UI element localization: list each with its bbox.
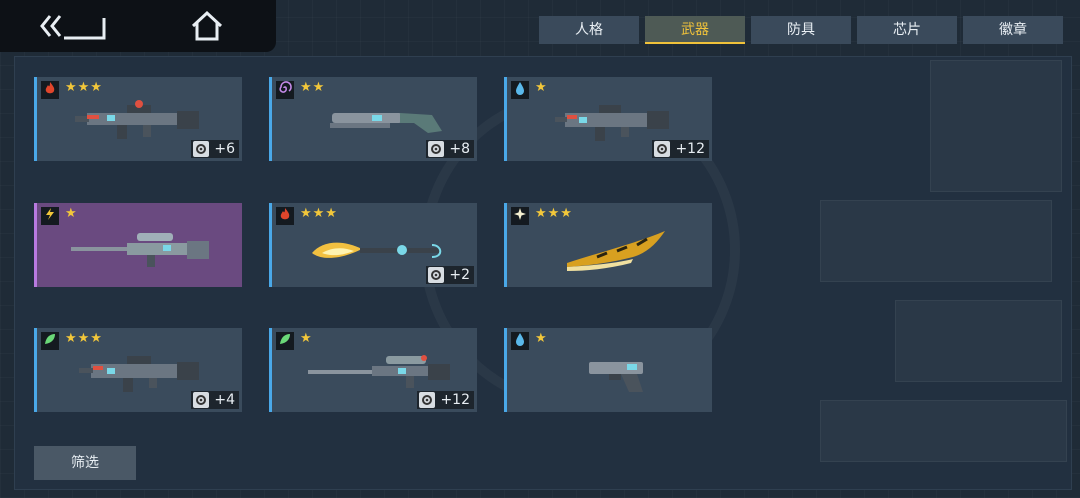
gear-icon [419, 392, 436, 408]
upgrade-bonus: +2 [426, 266, 474, 284]
weapon-card[interactable]: ★★★ +2 [269, 203, 477, 287]
upgrade-bonus: +12 [417, 391, 474, 409]
star-rating: ★ [535, 80, 548, 95]
golden-blade-icon [567, 231, 665, 271]
water-drop-icon [511, 81, 529, 99]
background-decor [895, 300, 1062, 382]
background-decor [820, 200, 1052, 282]
gear-icon [428, 141, 445, 157]
tab-persona[interactable]: 人格 [539, 16, 639, 44]
weapon-card[interactable]: ★ [34, 203, 242, 287]
tab-weapon[interactable]: 武器 [645, 16, 745, 44]
tab-chip[interactable]: 芯片 [857, 16, 957, 44]
upgrade-bonus: +8 [426, 140, 474, 158]
bonus-value: +8 [449, 141, 470, 157]
background-decor [820, 400, 1067, 462]
gear-icon [193, 141, 210, 157]
star-rating: ★ [65, 206, 78, 221]
pistol-icon [589, 362, 643, 392]
leaf-icon [276, 332, 294, 350]
vortex-icon [276, 81, 294, 99]
gear-icon [193, 392, 210, 408]
tab-badge[interactable]: 徽章 [963, 16, 1063, 44]
bonus-value: +12 [675, 141, 705, 157]
gear-icon [654, 141, 671, 157]
category-tabs: 人格 武器 防具 芯片 徽章 [539, 16, 1063, 44]
star-rating: ★★★ [300, 206, 338, 221]
weapon-card[interactable]: ★ [504, 328, 712, 412]
bonus-value: +12 [440, 392, 470, 408]
weapon-card[interactable]: ★★ +8 [269, 77, 477, 161]
fire-icon [41, 81, 59, 99]
bonus-value: +6 [214, 141, 235, 157]
lightning-icon [41, 207, 59, 225]
home-icon [191, 10, 223, 41]
bonus-value: +2 [449, 267, 470, 283]
bonus-value: +4 [214, 392, 235, 408]
sniper-rifle-icon [71, 233, 209, 267]
upgrade-bonus: +6 [191, 140, 239, 158]
star-rating: ★★ [300, 80, 326, 95]
upgrade-bonus: +4 [191, 391, 239, 409]
weapon-card[interactable]: ★★★ [504, 203, 712, 287]
sparkle-icon [511, 207, 529, 225]
leaf-icon [41, 332, 59, 350]
star-rating: ★★★ [65, 331, 103, 346]
background-decor [930, 60, 1062, 192]
fire-icon [276, 207, 294, 225]
star-rating: ★ [535, 331, 548, 346]
weapon-card[interactable]: ★ +12 [269, 328, 477, 412]
back-button[interactable] [38, 10, 108, 42]
gear-icon [428, 267, 445, 283]
top-nav [0, 0, 276, 52]
weapon-card[interactable]: ★★★ +6 [34, 77, 242, 161]
back-arrow-icon [40, 15, 106, 40]
water-drop-icon [511, 332, 529, 350]
weapon-card[interactable]: ★ +12 [504, 77, 712, 161]
weapon-card[interactable]: ★★★ +4 [34, 328, 242, 412]
star-rating: ★★★ [535, 206, 573, 221]
home-button[interactable] [190, 10, 224, 42]
filter-button[interactable]: 筛选 [34, 446, 136, 480]
star-rating: ★ [300, 331, 313, 346]
upgrade-bonus: +12 [652, 140, 709, 158]
star-rating: ★★★ [65, 80, 103, 95]
tab-armor[interactable]: 防具 [751, 16, 851, 44]
